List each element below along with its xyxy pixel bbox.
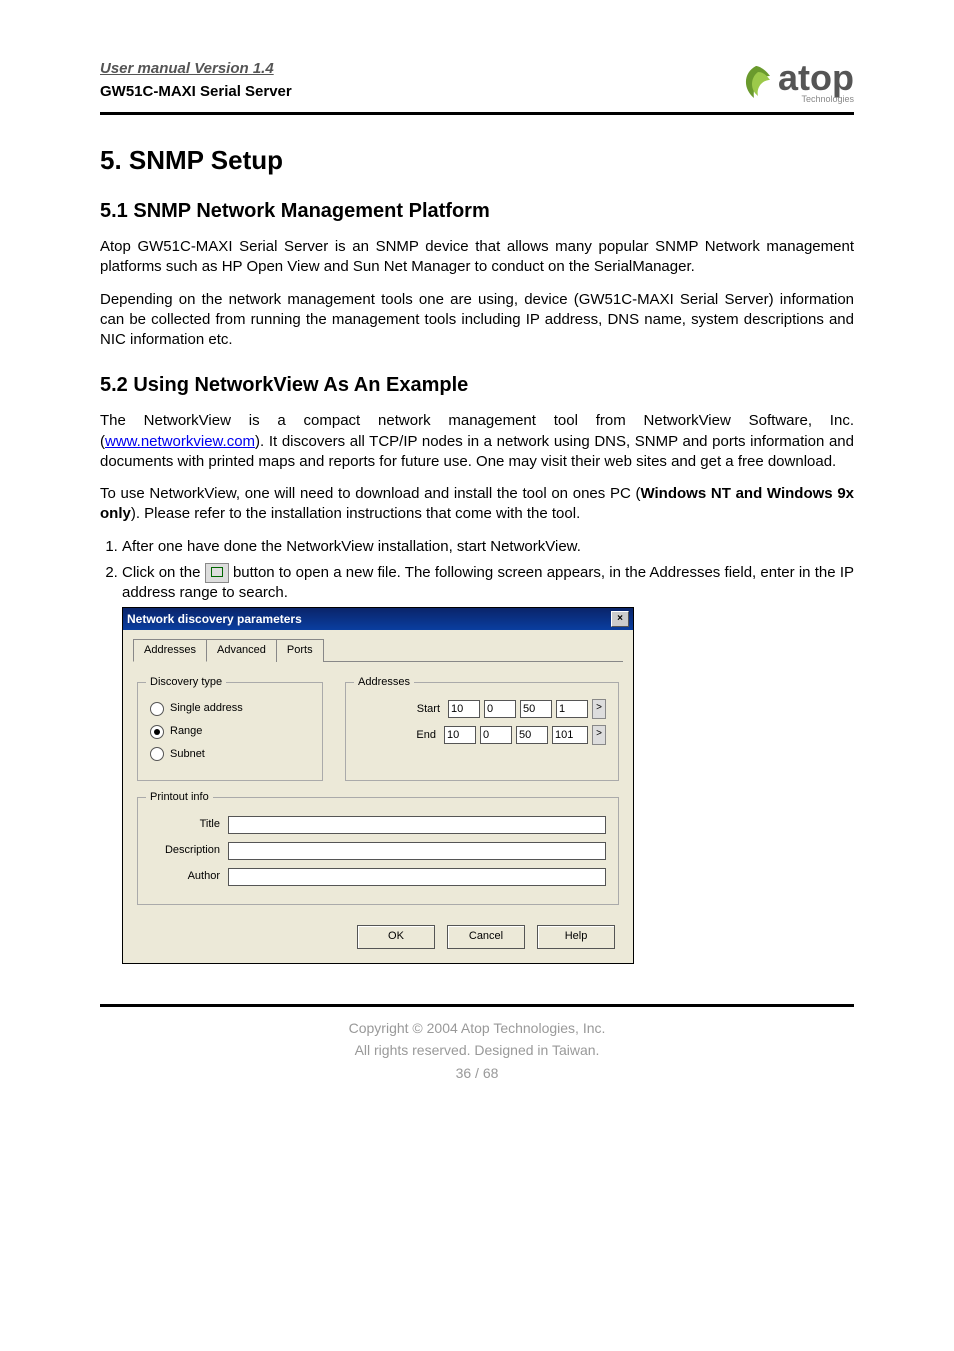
start-ip-2[interactable]: 0	[484, 700, 516, 718]
logo: atop Technologies	[736, 60, 854, 104]
start-ip-3[interactable]: 50	[520, 700, 552, 718]
new-file-icon	[205, 563, 229, 583]
logo-text: atop	[778, 60, 854, 96]
end-ip-3[interactable]: 50	[516, 726, 548, 744]
page-header: User manual Version 1.4 GW51C-MAXI Seria…	[100, 60, 854, 115]
radio-range[interactable]: Range	[150, 724, 310, 739]
cancel-button[interactable]: Cancel	[447, 925, 525, 949]
discovery-type-group: Discovery type Single address Range	[137, 682, 323, 781]
para-3: The NetworkView is a compact network man…	[100, 411, 854, 472]
title-label: Title	[150, 817, 220, 832]
end-label: End	[396, 728, 436, 743]
printout-info-group: Printout info Title Description Author	[137, 797, 619, 905]
logo-icon	[736, 62, 776, 102]
tab-ports[interactable]: Ports	[276, 639, 324, 662]
para-2: Depending on the network management tool…	[100, 290, 854, 351]
end-spin[interactable]: >	[592, 725, 606, 745]
radio-subnet[interactable]: Subnet	[150, 747, 310, 762]
list-item: After one have done the NetworkView inst…	[122, 537, 854, 557]
end-ip-2[interactable]: 0	[480, 726, 512, 744]
end-ip-4[interactable]: 101	[552, 726, 588, 744]
list-item: Click on the button to open a new file. …	[122, 563, 854, 964]
addresses-group: Addresses Start 10 0 50 1 > End	[345, 682, 619, 781]
radio-icon	[150, 747, 164, 761]
author-input[interactable]	[228, 868, 606, 886]
dialog-titlebar: Network discovery parameters ×	[123, 608, 633, 630]
start-label: Start	[400, 702, 440, 717]
page-footer: Copyright © 2004 Atop Technologies, Inc.…	[100, 1004, 854, 1084]
group-legend: Discovery type	[146, 675, 226, 690]
radio-icon	[150, 702, 164, 716]
heading-1: 5. SNMP Setup	[100, 145, 854, 176]
para-1: Atop GW51C-MAXI Serial Server is an SNMP…	[100, 237, 854, 278]
networkview-link[interactable]: www.networkview.com	[105, 433, 255, 450]
end-ip-1[interactable]: 10	[444, 726, 476, 744]
tab-addresses[interactable]: Addresses	[133, 639, 207, 662]
group-legend: Printout info	[146, 790, 213, 805]
rights: All rights reserved. Designed in Taiwan.	[100, 1039, 854, 1061]
instruction-list: After one have done the NetworkView inst…	[100, 537, 854, 964]
page-number: 36 / 68	[100, 1062, 854, 1084]
description-input[interactable]	[228, 842, 606, 860]
close-button[interactable]: ×	[611, 611, 629, 627]
ok-button[interactable]: OK	[357, 925, 435, 949]
dialog-title: Network discovery parameters	[127, 611, 302, 627]
heading-2b: 5.2 Using NetworkView As An Example	[100, 374, 854, 397]
doc-subtitle: GW51C-MAXI Serial Server	[100, 83, 292, 100]
tab-advanced[interactable]: Advanced	[206, 639, 277, 662]
copyright: Copyright © 2004 Atop Technologies, Inc.	[100, 1017, 854, 1039]
author-label: Author	[150, 869, 220, 884]
help-button[interactable]: Help	[537, 925, 615, 949]
network-discovery-dialog: Network discovery parameters × Addresses…	[122, 607, 634, 964]
para-4: To use NetworkView, one will need to dow…	[100, 484, 854, 525]
dialog-tabs: Addresses Advanced Ports	[133, 638, 623, 662]
radio-icon	[150, 725, 164, 739]
start-ip-1[interactable]: 10	[448, 700, 480, 718]
doc-title: User manual Version 1.4	[100, 60, 292, 77]
start-spin[interactable]: >	[592, 699, 606, 719]
radio-single-address[interactable]: Single address	[150, 701, 310, 716]
start-ip-4[interactable]: 1	[556, 700, 588, 718]
title-input[interactable]	[228, 816, 606, 834]
description-label: Description	[150, 843, 220, 858]
group-legend: Addresses	[354, 675, 414, 690]
heading-2a: 5.1 SNMP Network Management Platform	[100, 200, 854, 223]
